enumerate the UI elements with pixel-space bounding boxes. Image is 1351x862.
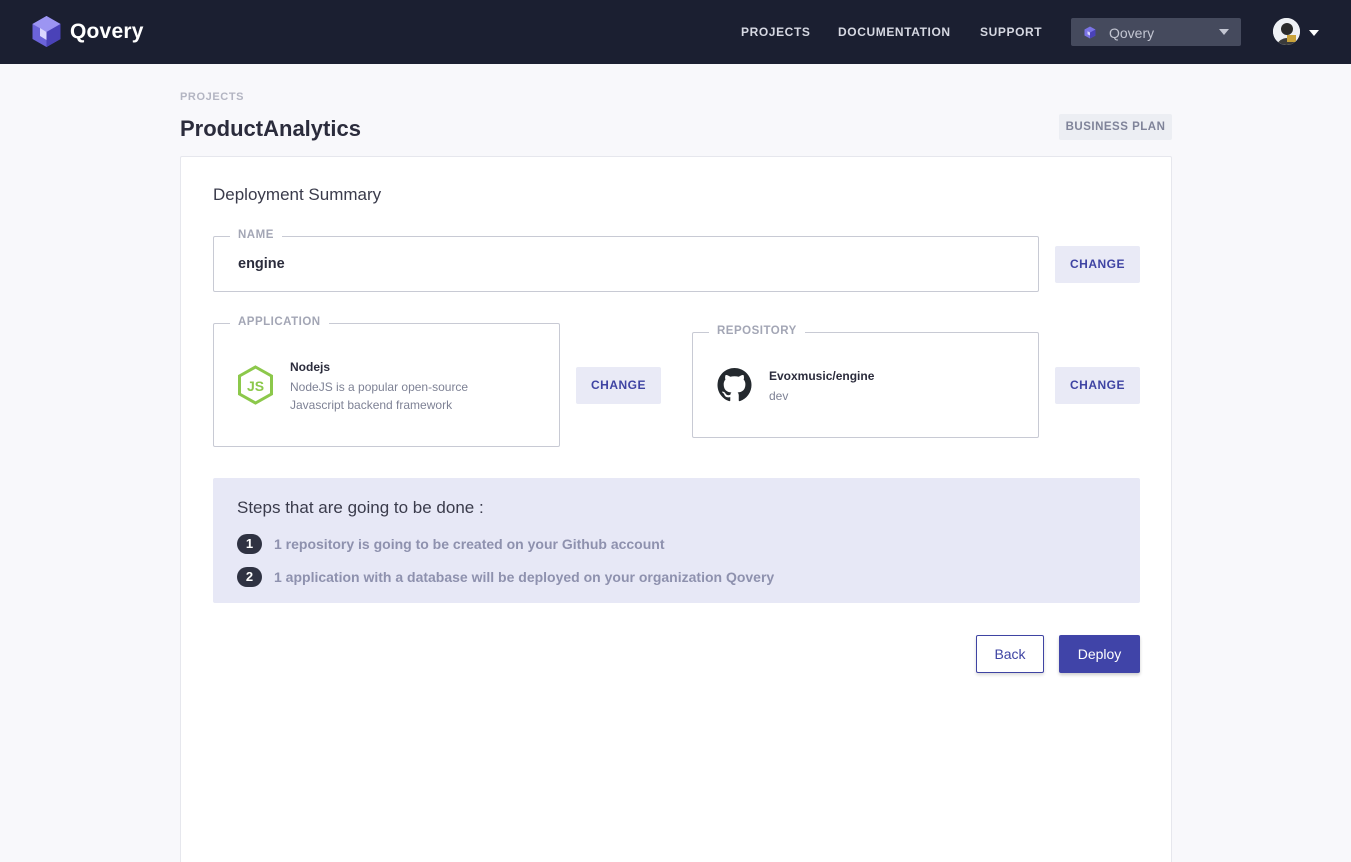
name-value: engine	[238, 256, 285, 272]
name-label: NAME	[230, 229, 282, 241]
deploy-button[interactable]: Deploy	[1059, 635, 1140, 673]
steps-panel: Steps that are going to be done : 1 1 re…	[213, 478, 1140, 603]
deployment-summary-card: Deployment Summary NAME engine CHANGE AP…	[180, 156, 1172, 862]
user-menu-chevron-icon[interactable]	[1309, 30, 1319, 36]
change-application-button[interactable]: CHANGE	[576, 367, 661, 404]
repository-field: REPOSITORY Evoxmusic/engine dev	[692, 325, 1039, 438]
application-description-line2: Javascript backend framework	[290, 398, 453, 412]
repository-branch: dev	[769, 389, 789, 403]
repository-title: Evoxmusic/engine	[769, 369, 875, 383]
svg-text:JS: JS	[247, 378, 264, 394]
nav-projects-link[interactable]: PROJECTS	[741, 25, 810, 39]
back-button[interactable]: Back	[976, 635, 1044, 673]
step-number-badge: 2	[237, 567, 262, 587]
step-text: 1 application with a database will be de…	[274, 569, 775, 585]
github-icon	[717, 368, 752, 402]
application-title: Nodejs	[290, 360, 331, 374]
nav-documentation-link[interactable]: DOCUMENTATION	[838, 25, 951, 39]
page-title: ProductAnalytics	[180, 116, 361, 141]
organization-icon	[1084, 26, 1096, 39]
step-item: 2 1 application with a database will be …	[237, 567, 774, 587]
change-name-button[interactable]: CHANGE	[1055, 246, 1140, 283]
chevron-down-icon	[1219, 29, 1229, 35]
qovery-logo-icon	[32, 16, 61, 47]
nodejs-icon: JS	[238, 365, 273, 405]
organization-name: Qovery	[1109, 25, 1155, 41]
card-title: Deployment Summary	[213, 185, 382, 204]
application-label: APPLICATION	[230, 316, 329, 328]
top-nav-bar: Qovery PROJECTS DOCUMENTATION SUPPORT Qo…	[0, 0, 1351, 64]
breadcrumb[interactable]: PROJECTS	[180, 91, 244, 103]
repository-label: REPOSITORY	[709, 325, 805, 337]
plan-badge: BUSINESS PLAN	[1059, 114, 1172, 140]
change-repository-button[interactable]: CHANGE	[1055, 367, 1140, 404]
qovery-logo[interactable]: Qovery	[31, 15, 144, 48]
step-number-badge: 1	[237, 534, 262, 554]
name-field: NAME engine	[213, 229, 1039, 292]
logo-text: Qovery	[70, 19, 144, 43]
step-text: 1 repository is going to be created on y…	[274, 536, 665, 552]
steps-title: Steps that are going to be done :	[237, 498, 484, 517]
avatar-image	[1273, 18, 1300, 45]
step-item: 1 1 repository is going to be created on…	[237, 534, 665, 554]
application-description-line1: NodeJS is a popular open-source	[290, 380, 469, 394]
organization-select[interactable]: Qovery	[1071, 18, 1241, 46]
application-field: APPLICATION JS Nodejs NodeJS is a popula…	[213, 316, 560, 447]
nav-support-link[interactable]: SUPPORT	[980, 25, 1042, 39]
user-avatar[interactable]	[1273, 18, 1300, 45]
